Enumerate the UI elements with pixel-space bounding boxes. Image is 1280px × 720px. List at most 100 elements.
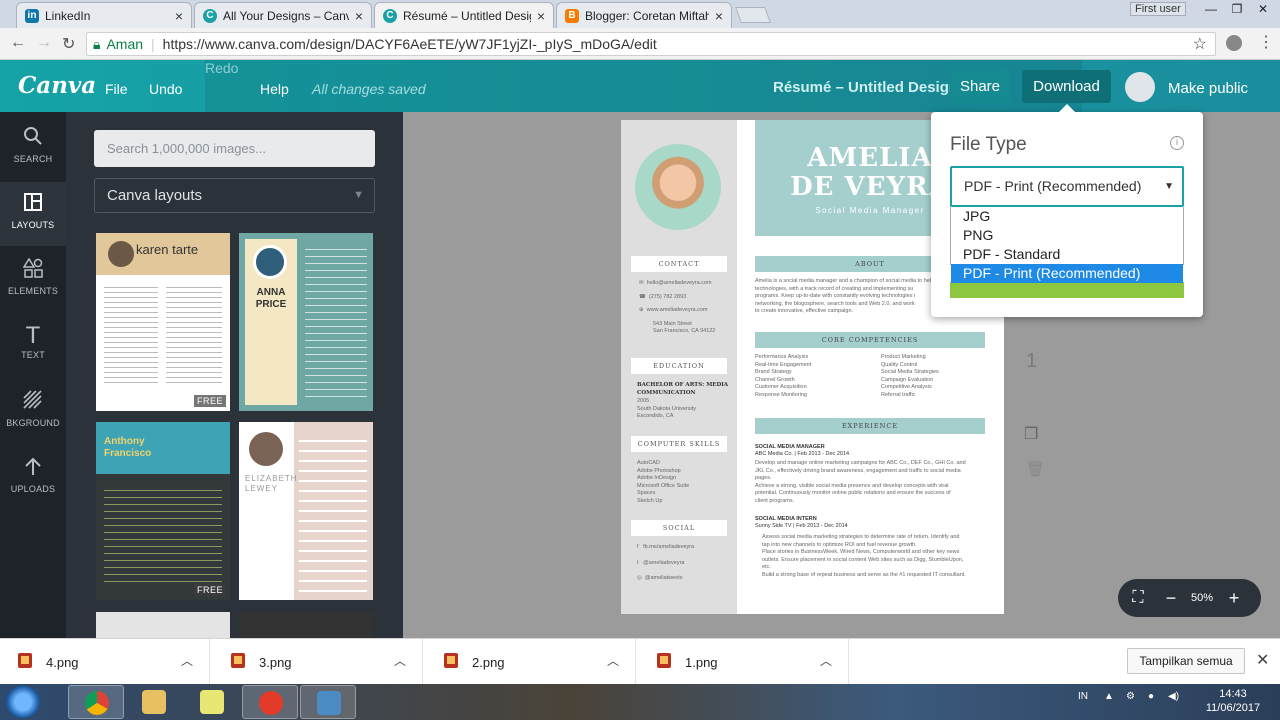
download-item[interactable]: 2.png ︿ (426, 639, 636, 685)
job1-meta: ABC Media Co. | Feb 2013 - Dec 2014 (755, 451, 850, 457)
taskbar-photo-viewer[interactable] (300, 685, 356, 719)
skill-item: Microsoft Office Suite (637, 482, 690, 489)
lock-icon: 🔒︎ (93, 35, 101, 52)
download-filename: 2.png (472, 655, 505, 670)
save-status: All changes saved (312, 81, 426, 97)
make-public-toggle[interactable] (1125, 72, 1155, 102)
competency-item: Performance Analysis (755, 354, 809, 360)
bookmark-star-icon[interactable]: ☆ (1193, 34, 1207, 54)
new-tab-button[interactable] (735, 7, 771, 23)
undo-button[interactable]: Undo (149, 81, 182, 97)
tab-blogger[interactable]: B Blogger: Coretan Miftahul Jannah × (556, 2, 732, 28)
file-type-label: File Type (950, 134, 1027, 155)
browser-menu-icon[interactable]: ⋮ (1258, 32, 1274, 52)
chevron-up-icon[interactable]: ︿ (820, 652, 832, 669)
present-icon[interactable]: ⛶ (1118, 589, 1158, 607)
option-jpg[interactable]: JPG (951, 207, 1183, 226)
job2-line: Build a strong base of repeat business a… (762, 571, 966, 578)
download-button[interactable]: Download (1022, 70, 1111, 103)
antivirus-icon[interactable]: ● (1148, 691, 1154, 702)
help-menu[interactable]: Help (260, 81, 289, 97)
url-input[interactable]: 🔒︎ Aman | https://www.canva.com/design/D… (86, 32, 1216, 56)
sidebar-item-uploads[interactable]: UPLOADS (0, 446, 66, 510)
canva-logo[interactable]: Canva (18, 72, 96, 99)
layout-thumbnail-anthony-francisco[interactable]: Anthony Francisco FREE (96, 422, 230, 600)
zoom-level[interactable]: 50% (1184, 592, 1220, 604)
skill-item: AutoCAD (637, 460, 660, 466)
close-downloads-icon[interactable]: ✕ (1256, 650, 1269, 670)
taskbar-recorder[interactable] (242, 685, 298, 719)
option-pdf-print[interactable]: PDF - Print (Recommended) (951, 264, 1183, 283)
option-pdf-standard[interactable]: PDF - Standard (951, 245, 1183, 264)
close-tab-icon[interactable]: × (715, 8, 723, 24)
sidebar-item-layouts[interactable]: LAYOUTS (0, 182, 66, 246)
chevron-up-icon[interactable]: ︿ (394, 652, 406, 669)
layout-thumbnail-karen-tarte[interactable]: karen tarte FREE (96, 233, 230, 411)
tab-linkedin[interactable]: in LinkedIn × (16, 2, 192, 28)
extension-icon[interactable] (1226, 35, 1242, 51)
forward-icon[interactable]: → (36, 34, 52, 52)
trash-icon[interactable]: 🗑︎ (1026, 460, 1045, 478)
layout-thumbnail-partial[interactable] (96, 612, 230, 638)
zoom-in-button[interactable]: + (1220, 588, 1248, 609)
profile-photo[interactable] (635, 144, 721, 230)
close-tab-icon[interactable]: × (355, 8, 363, 24)
make-public-label[interactable]: Make public (1168, 80, 1248, 97)
download-item[interactable]: 3.png ︿ (213, 639, 423, 685)
layouts-icon (0, 192, 66, 218)
close-tab-icon[interactable]: × (175, 8, 183, 24)
free-badge: FREE (193, 584, 226, 596)
job2-meta: Sunny Side TV | Feb 2013 - Dec 2014 (755, 523, 848, 529)
chevron-up-icon[interactable]: ︿ (607, 652, 619, 669)
tab-all-designs[interactable]: C All Your Designs – Canva × (194, 2, 372, 28)
minimize-icon[interactable]: — (1198, 0, 1224, 18)
back-icon[interactable]: ← (10, 34, 26, 52)
zoom-out-button[interactable]: − (1158, 588, 1184, 609)
taskbar-explorer[interactable] (126, 685, 182, 719)
education-degree: BACHELOR OF ARTS: MEDIA COMMUNICATION (637, 382, 729, 396)
network-icon[interactable]: ⚙ (1126, 691, 1135, 702)
close-window-icon[interactable]: ✕ (1250, 0, 1276, 18)
file-type-select[interactable]: PDF - Print (Recommended) ▼ (950, 166, 1184, 207)
start-button[interactable] (6, 686, 40, 718)
duplicate-page-icon[interactable]: ❐ (1024, 424, 1038, 444)
job2-line: outlets. Ensure placement in social cont… (762, 556, 964, 563)
option-png[interactable]: PNG (951, 226, 1183, 245)
education-year: 2005 (637, 398, 650, 404)
clock-date: 11/06/2017 (1205, 702, 1261, 714)
language-indicator[interactable]: IN (1078, 691, 1088, 702)
sidebar-item-text[interactable]: T TEXT (0, 314, 66, 378)
volume-icon[interactable]: ◀) (1168, 691, 1179, 702)
show-all-downloads-button[interactable]: Tampilkan semua (1127, 648, 1245, 674)
layout-category-select[interactable]: Canva layouts ▼ (94, 178, 375, 213)
layout-thumbnail-partial[interactable] (239, 612, 373, 638)
taskbar-chrome[interactable] (68, 685, 124, 719)
layout-thumbnail-anna-price[interactable]: ANNA PRICE (239, 233, 373, 411)
show-hidden-icons[interactable]: ▲ (1104, 691, 1114, 702)
info-icon[interactable]: i (1170, 136, 1184, 150)
job2-line: Assess social media marketing strategies… (762, 534, 960, 540)
job1-line: client programs. (755, 497, 795, 504)
tab-resume[interactable]: C Résumé – Untitled Design × (374, 2, 554, 28)
file-menu[interactable]: File (105, 81, 128, 97)
design-title[interactable]: Résumé – Untitled Design (773, 79, 958, 96)
clock-time: 14:43 (1219, 688, 1247, 700)
layout-thumbnail-elizabeth-lewey[interactable]: ELIZABETH LEWEY (239, 422, 373, 600)
restore-icon[interactable]: ❐ (1224, 0, 1250, 18)
sidebar-item-background[interactable]: BKGROUND (0, 380, 66, 444)
chevron-up-icon[interactable]: ︿ (181, 652, 193, 669)
taskbar-sticky-notes[interactable] (184, 685, 240, 719)
reload-icon[interactable]: ↻ (62, 34, 75, 54)
download-item[interactable]: 4.png ︿ (0, 639, 210, 685)
profile-button[interactable]: First user (1130, 2, 1186, 16)
sidebar-item-elements[interactable]: ELEMENTS (0, 248, 66, 312)
download-item[interactable]: 1.png ︿ (639, 639, 849, 685)
job2-line: etc. (762, 564, 771, 570)
system-clock[interactable]: 14:43 11/06/2017 (1198, 687, 1268, 715)
close-tab-icon[interactable]: × (537, 8, 545, 24)
sidebar-item-search[interactable]: SEARCH (0, 116, 66, 180)
download-submit-button[interactable] (950, 282, 1184, 298)
share-button[interactable]: Share (950, 70, 1010, 103)
image-search-input[interactable]: Search 1,000,000 images... (94, 130, 375, 167)
job1-line: Achieve a strong, visible social media p… (755, 482, 949, 489)
